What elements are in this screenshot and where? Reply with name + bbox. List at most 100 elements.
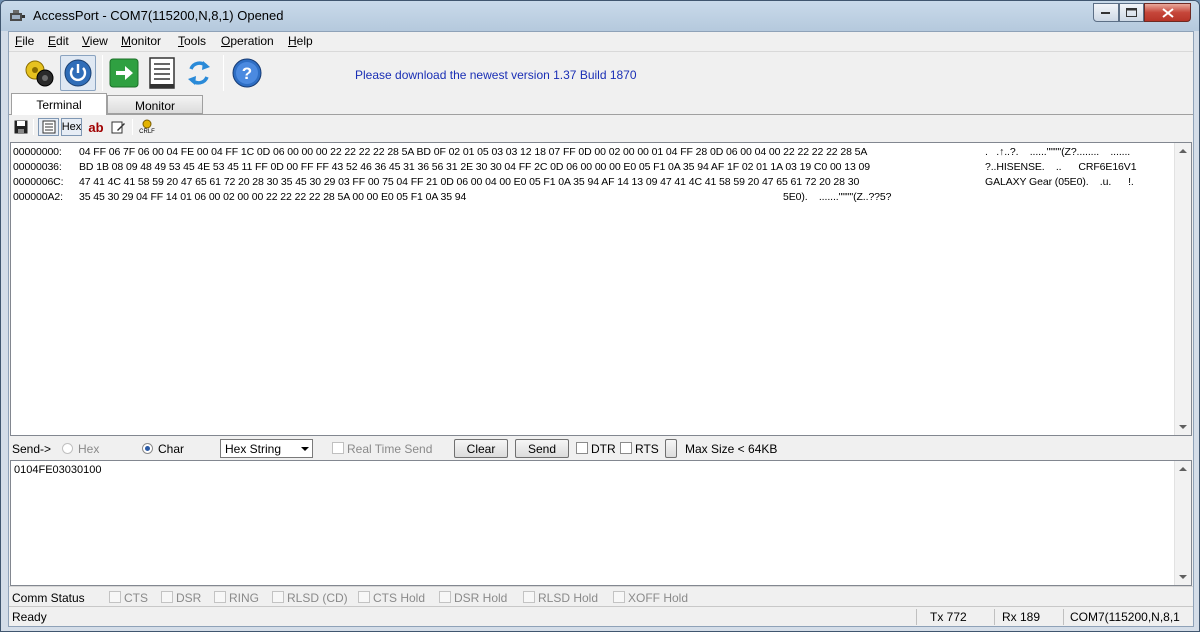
dtr-label: DTR <box>591 442 616 456</box>
save-button[interactable] <box>12 118 30 136</box>
send-bar: Send-> Hex Char Hex String Real Time Sen… <box>9 436 1193 460</box>
text-display-toggle[interactable]: ab <box>85 118 107 136</box>
send-format-select[interactable]: Hex String <box>220 439 313 458</box>
scroll-down-icon[interactable] <box>1179 425 1187 429</box>
realtime-send-checkbox[interactable] <box>332 442 344 454</box>
maximize-button[interactable] <box>1119 3 1144 22</box>
settings-button[interactable] <box>21 55 57 91</box>
close-icon <box>1161 7 1174 18</box>
terminal-scrollbar[interactable] <box>1174 143 1191 435</box>
scroll-up-icon[interactable] <box>1179 467 1187 471</box>
tab-monitor[interactable]: Monitor <box>107 95 203 114</box>
rlsd-label: RLSD (CD) <box>287 591 348 605</box>
xoff-hold-checkbox <box>613 591 625 603</box>
update-notice-link[interactable]: Please download the newest version 1.37 … <box>355 68 637 82</box>
status-divider <box>1063 609 1064 625</box>
menu-view[interactable]: View <box>82 34 108 48</box>
terminal-line-ascii: GALAXY Gear (05E0). .u. !. <box>985 176 1134 188</box>
status-bar: Ready Tx 772 Rx 189 COM7(115200,N,8,1 <box>9 606 1193 626</box>
terminal-line-ascii: . .↑..?. ......""""(Z?........ ....... <box>985 146 1131 158</box>
clear-button[interactable]: Clear <box>454 439 508 458</box>
window-title: AccessPort - COM7(115200,N,8,1) Opened <box>33 8 284 23</box>
comm-status-label: Comm Status <box>12 591 85 605</box>
edit-pencil-icon <box>111 121 125 133</box>
cts-label: CTS <box>124 591 148 605</box>
terminal-output[interactable]: 00000000: 04 FF 06 7F 06 00 04 FE 00 04 F… <box>10 142 1192 436</box>
send-input-text: 0104FE03030100 <box>14 464 102 476</box>
send-format-value: Hex String <box>225 442 282 456</box>
terminal-line-address: 0000006C: <box>13 176 64 188</box>
edit-button[interactable] <box>109 118 127 136</box>
dsr-label: DSR <box>176 591 202 605</box>
rts-label: RTS <box>635 442 659 456</box>
menu-tools[interactable]: Tools <box>178 34 206 48</box>
status-divider <box>916 609 917 625</box>
list-view-icon <box>42 120 55 134</box>
minimize-button[interactable] <box>1093 3 1119 22</box>
terminal-line-address: 00000000: <box>13 146 62 158</box>
comm-status-bar: Comm Status CTS DSR RING RLSD (CD) CTS H… <box>9 586 1193 606</box>
log-button[interactable] <box>144 55 180 91</box>
rlsd-hold-checkbox <box>523 591 535 603</box>
title-bar[interactable]: AccessPort - COM7(115200,N,8,1) Opened <box>1 1 1199 31</box>
arrow-right-icon <box>109 58 139 88</box>
menu-operation[interactable]: Operation <box>221 34 274 48</box>
hex-radio-label: Hex <box>78 442 100 456</box>
cts-checkbox <box>109 591 121 603</box>
terminal-line-address: 00000036: <box>13 161 62 173</box>
rts-checkbox[interactable] <box>620 442 632 454</box>
tab-strip: Terminal Monitor <box>9 93 1193 115</box>
toolbar-separator <box>223 55 224 91</box>
dsr-checkbox <box>161 591 173 603</box>
realtime-send-label: Real Time Send <box>347 442 433 456</box>
rlsd-hold-label: RLSD Hold <box>538 591 599 605</box>
char-radio-label: Char <box>158 442 185 456</box>
splitter-handle[interactable] <box>665 439 677 458</box>
menu-file[interactable]: File <box>15 34 34 48</box>
svg-text:?: ? <box>242 64 252 83</box>
terminal-line-hex: 04 FF 06 7F 06 00 04 FE 00 04 FF 1C 0D 0… <box>79 146 868 158</box>
char-radio[interactable] <box>142 443 153 454</box>
terminal-line-ascii: ?..HISENSE. .. CRF6E16V1 <box>985 161 1137 173</box>
hex-display-toggle[interactable]: Hex <box>61 118 82 136</box>
scroll-down-icon[interactable] <box>1179 575 1187 579</box>
dsr-hold-label: DSR Hold <box>454 591 508 605</box>
ring-label: RING <box>229 591 259 605</box>
toolbar-separator <box>132 119 133 135</box>
crlf-button[interactable]: CRLF <box>137 118 157 136</box>
view-mode-button[interactable] <box>38 118 59 136</box>
terminal-line-hex: BD 1B 08 09 48 49 53 45 4E 53 45 11 FF 0… <box>79 161 871 173</box>
connect-toggle-button[interactable] <box>60 55 96 91</box>
main-toolbar: ? Please download the newest version 1.3… <box>9 51 1193 93</box>
power-icon <box>64 59 92 87</box>
ring-checkbox <box>214 591 226 603</box>
close-button[interactable] <box>1144 3 1191 22</box>
send-file-button[interactable] <box>106 55 142 91</box>
dtr-checkbox[interactable] <box>576 442 588 454</box>
terminal-line-hex: 47 41 4C 41 58 59 20 47 65 61 72 20 28 3… <box>79 176 860 188</box>
hex-radio[interactable] <box>62 443 73 454</box>
send-button[interactable]: Send <box>515 439 569 458</box>
refresh-button[interactable] <box>181 55 217 91</box>
settings-gear-icon <box>25 60 54 87</box>
tab-terminal[interactable]: Terminal <box>11 93 107 115</box>
status-ready: Ready <box>12 610 47 624</box>
refresh-icon <box>188 61 210 85</box>
menu-help[interactable]: Help <box>288 34 313 48</box>
menu-monitor[interactable]: Monitor <box>121 34 161 48</box>
chevron-down-icon <box>301 447 309 451</box>
dsr-hold-checkbox <box>439 591 451 603</box>
xoff-hold-label: XOFF Hold <box>628 591 689 605</box>
terminal-line-hex: 35 45 30 29 04 FF 14 01 06 00 02 00 00 2… <box>79 191 467 203</box>
save-disk-icon <box>14 120 28 134</box>
help-button[interactable]: ? <box>229 55 265 91</box>
send-scrollbar[interactable] <box>1174 461 1191 585</box>
menu-edit[interactable]: Edit <box>48 34 69 48</box>
scroll-up-icon[interactable] <box>1179 149 1187 153</box>
cts-hold-checkbox <box>358 591 370 603</box>
toolbar-separator <box>102 55 103 91</box>
send-input[interactable]: 0104FE03030100 <box>10 460 1192 586</box>
crlf-gear-icon <box>142 119 152 129</box>
toolbar-separator <box>33 119 34 135</box>
terminal-line-address: 000000A2: <box>13 191 63 203</box>
